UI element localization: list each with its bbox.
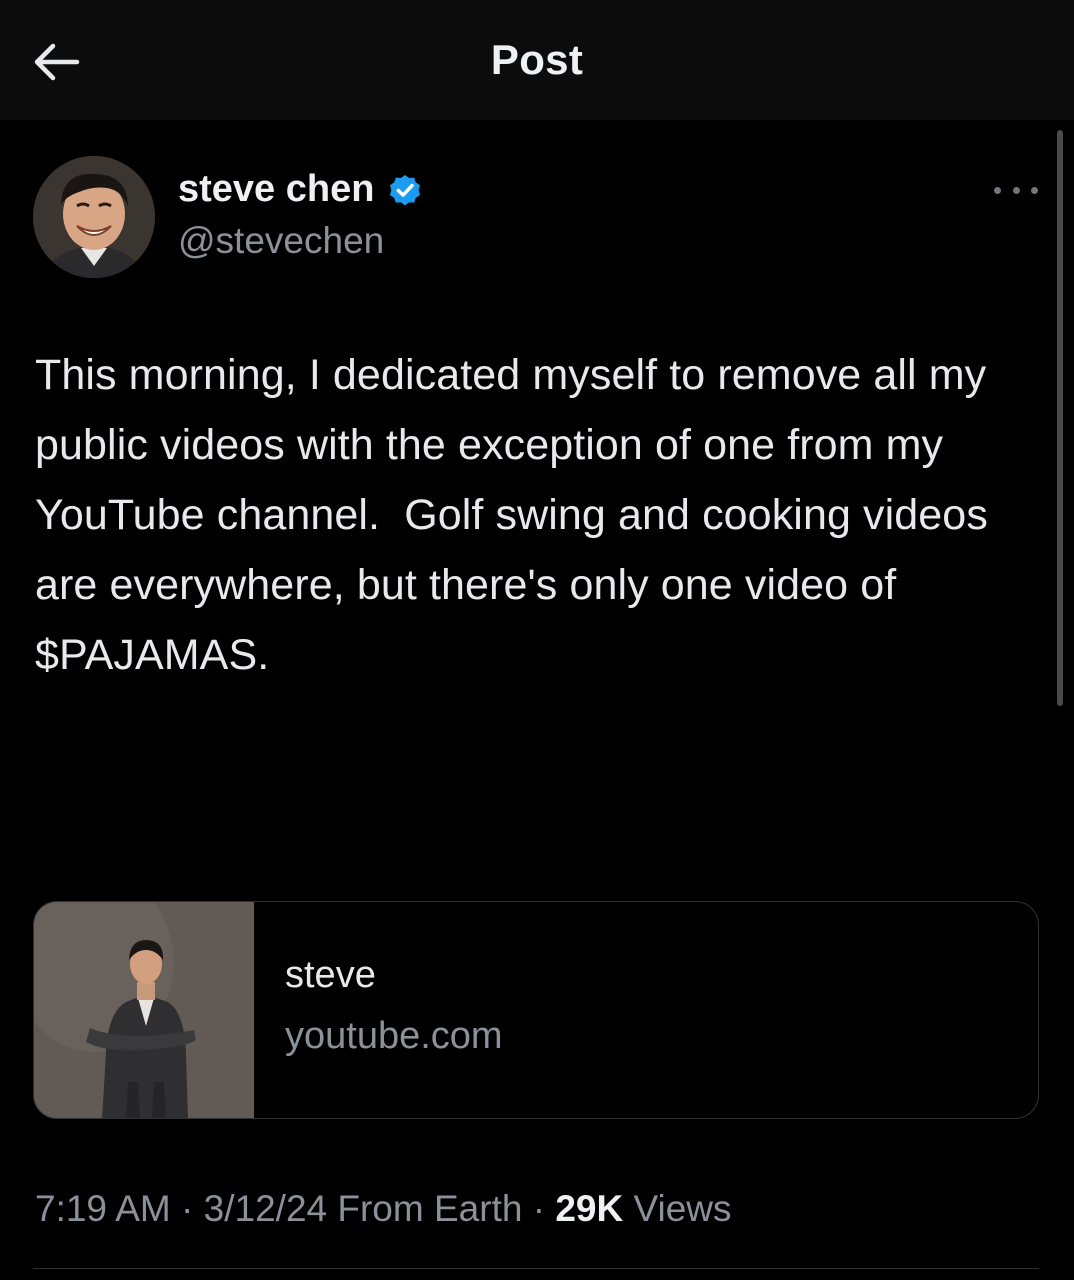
author-handle[interactable]: @stevechen — [178, 220, 384, 262]
post-text: This morning, I dedicated myself to remo… — [35, 351, 1000, 679]
avatar[interactable] — [33, 156, 155, 278]
author-name[interactable]: steve chen — [178, 168, 374, 211]
more-options-button[interactable] — [994, 176, 1038, 204]
link-card-title: steve — [285, 954, 376, 996]
post-meta: 7:19 AM · 3/12/24 From Earth · 29K Views — [35, 1188, 732, 1230]
more-dot-icon — [1012, 186, 1020, 194]
author-name-row[interactable]: steve chen — [178, 168, 424, 211]
scrollbar[interactable] — [1057, 130, 1063, 706]
link-preview-card[interactable]: steve youtube.com — [33, 901, 1039, 1119]
meta-separator: · — [181, 1188, 194, 1229]
more-dot-icon — [994, 186, 1001, 194]
link-card-thumbnail — [34, 902, 254, 1118]
post-time[interactable]: 7:19 AM — [35, 1188, 171, 1229]
views-count[interactable]: 29K — [555, 1188, 623, 1229]
divider — [33, 1268, 1039, 1269]
avatar-photo — [33, 156, 155, 278]
meta-separator: · — [532, 1188, 546, 1229]
thumbnail-photo — [34, 902, 254, 1118]
top-bar: Post — [0, 0, 1074, 120]
link-card-domain: youtube.com — [285, 1015, 503, 1057]
verified-badge-icon — [390, 174, 421, 205]
more-dot-icon — [1031, 186, 1038, 194]
views-label: Views — [633, 1188, 732, 1229]
page-title: Post — [490, 36, 584, 83]
post-date-location: 3/12/24 From Earth — [203, 1188, 523, 1229]
